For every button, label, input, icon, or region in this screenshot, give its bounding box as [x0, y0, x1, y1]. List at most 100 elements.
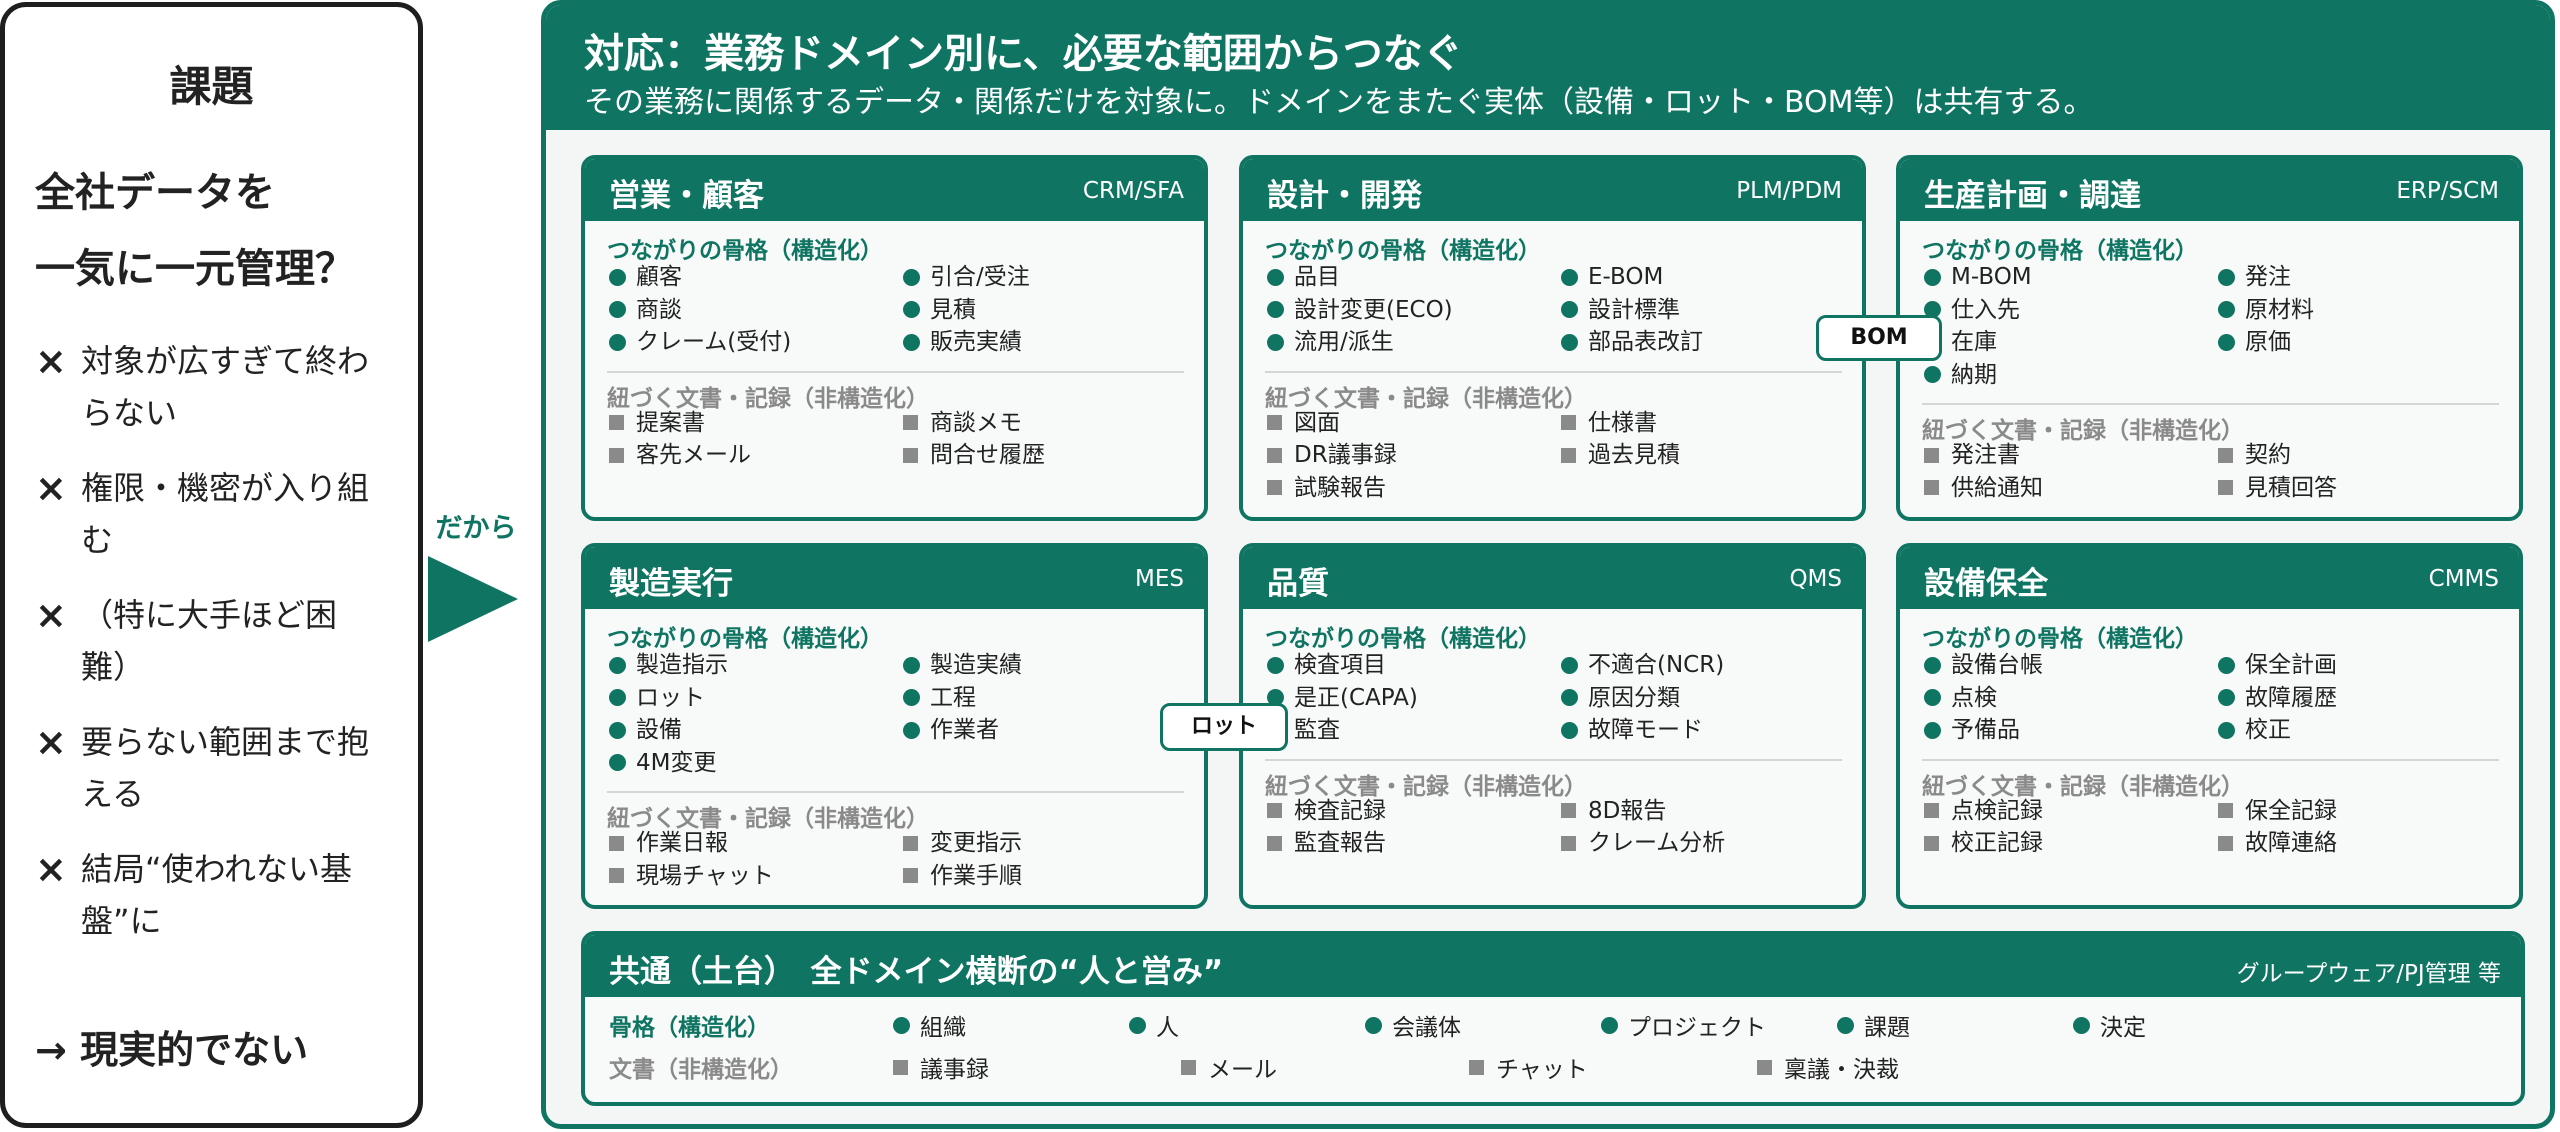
- circle-bullet-icon: [1365, 1016, 1382, 1034]
- domain-card: 設備保全 CMMS つながりの骨格（構造化） 設備台帳 保全計画 点検 故障履歴 予備品 校正紐…: [1896, 543, 2523, 909]
- document-items: 作業日報 変更指示 現場チャット 作業手順: [609, 827, 1184, 892]
- structured-item: 仕入先: [1924, 294, 2218, 327]
- structured-item-label: 製造指示: [636, 652, 728, 678]
- headline-line-2: 一気に一元管理？: [35, 246, 355, 292]
- structured-item-label: 保全計画: [2245, 652, 2337, 678]
- domain-system-tag: ERP/SCM: [2396, 178, 2499, 204]
- structured-item: 発注: [2218, 261, 2512, 294]
- circle-bullet-icon: [1267, 301, 1284, 319]
- document-item: 問合せ履歴: [903, 439, 1197, 472]
- common-documents-row: 文書（非構造化） 議事録 メール チャット 稟議・決裁: [609, 1049, 2045, 1085]
- document-item: 作業日報: [609, 827, 903, 860]
- circle-bullet-icon: [609, 754, 626, 772]
- document-item-label: 仕様書: [1588, 409, 1657, 436]
- square-bullet-icon: [1561, 447, 1576, 463]
- document-items: 検査記録 8D報告 監査報告 クレーム分析: [1267, 795, 1842, 860]
- structured-item: クレーム(受付): [609, 326, 903, 359]
- structured-item: 4M変更: [609, 747, 903, 780]
- structured-items: M-BOM 発注 仕入先 原材料 在庫 原価 納期: [1924, 261, 2499, 391]
- structured-heading: つながりの骨格（構造化）: [1265, 238, 1541, 264]
- structured-heading: つながりの骨格（構造化）: [1922, 626, 2198, 652]
- circle-bullet-icon: [609, 689, 626, 707]
- structured-item-label: クレーム(受付): [636, 329, 792, 355]
- structured-item-label: 品目: [1294, 264, 1340, 290]
- issue-text: 対象が広すぎて終わ: [81, 342, 370, 380]
- circle-bullet-icon: [1267, 333, 1284, 351]
- structured-item: 不適合(NCR): [1561, 649, 1855, 682]
- domain-system-tag: QMS: [1789, 566, 1842, 592]
- circle-bullet-icon: [893, 1016, 910, 1034]
- square-bullet-icon: [1561, 803, 1576, 819]
- structured-item: 原価: [2218, 326, 2512, 359]
- structured-item: 設計標準: [1561, 294, 1855, 327]
- circle-bullet-icon: [1924, 366, 1941, 384]
- domain-card-header: 営業・顧客 CRM/SFA: [585, 159, 1204, 221]
- structured-item-label: 原因分類: [1588, 684, 1680, 711]
- issue-text-cont: らない: [81, 394, 178, 432]
- cross-icon: ×: [35, 720, 67, 764]
- document-item: 契約: [2218, 439, 2512, 472]
- section-divider: [607, 370, 1184, 373]
- structured-item: 故障履歴: [2218, 682, 2512, 715]
- issues-panel: 課題 全社データを 一気に一元管理？ × 対象が広すぎて終わ らない × 権限・機…: [0, 2, 423, 1128]
- structured-item-label: 監査: [1294, 717, 1340, 743]
- structured-items: 製造指示 製造実績 ロット 工程 設備 作業者 4M変更: [609, 649, 1184, 779]
- circle-bullet-icon: [2218, 689, 2235, 707]
- square-bullet-icon: [609, 835, 624, 851]
- circle-bullet-icon: [1924, 656, 1941, 674]
- structured-item-label: 4M変更: [636, 749, 717, 776]
- document-item-label: 客先メール: [636, 442, 751, 468]
- document-item: 保全記録: [2218, 795, 2512, 828]
- circle-bullet-icon: [1561, 333, 1578, 351]
- document-item: クレーム分析: [1561, 827, 1855, 860]
- document-item-label: 問合せ履歴: [930, 442, 1045, 468]
- domain-system-tag: PLM/PDM: [1736, 178, 1842, 204]
- domain-card: 品質 QMS つながりの骨格（構造化） 検査項目 不適合(NCR) 是正(CAPA) 原因分…: [1239, 543, 1866, 909]
- document-item-label: 8D報告: [1588, 797, 1667, 824]
- square-bullet-icon: [903, 868, 918, 884]
- structured-item: 商談: [609, 294, 903, 327]
- structured-item: 作業者: [903, 714, 1197, 747]
- structured-item: 点検: [1924, 682, 2218, 715]
- common-document-label: 稟議・決裁: [1784, 1057, 1899, 1083]
- square-bullet-icon: [1924, 447, 1939, 463]
- square-bullet-icon: [1267, 415, 1282, 431]
- square-bullet-icon: [609, 415, 624, 431]
- structured-item-label: 校正: [2245, 717, 2291, 743]
- circle-bullet-icon: [609, 301, 626, 319]
- structured-item: 設備台帳: [1924, 649, 2218, 682]
- domain-system-tag: MES: [1135, 566, 1184, 592]
- document-item: 見積回答: [2218, 472, 2512, 505]
- common-document-label: メール: [1208, 1057, 1277, 1083]
- common-structured-item: 決定: [2073, 1008, 2309, 1042]
- document-item: 作業手順: [903, 860, 1197, 893]
- document-item-label: DR議事録: [1294, 442, 1397, 468]
- domain-card-header: 品質 QMS: [1243, 547, 1862, 609]
- document-item-label: 作業手順: [930, 862, 1022, 889]
- document-item: 監査報告: [1267, 827, 1561, 860]
- structured-item-label: ロット: [636, 684, 705, 711]
- common-document-label: 議事録: [920, 1057, 989, 1083]
- common-card-title: 共通（土台） 全ドメイン横断の“人と営み”: [609, 954, 1224, 990]
- square-bullet-icon: [1267, 480, 1282, 496]
- structured-item-label: 工程: [930, 684, 976, 711]
- document-item: 校正記録: [1924, 827, 2218, 860]
- square-bullet-icon: [893, 1059, 908, 1075]
- structured-item-label: 設備台帳: [1951, 652, 2043, 678]
- domain-card: 営業・顧客 CRM/SFA つながりの骨格（構造化） 顧客 引合/受注 商談 見積 クレーム(…: [581, 155, 1208, 521]
- document-items: 図面 仕様書 DR議事録 過去見積 試験報告: [1267, 407, 1842, 505]
- document-item-label: 故障連絡: [2245, 830, 2337, 856]
- structured-item: 流用/派生: [1267, 326, 1561, 359]
- document-item: 供給通知: [1924, 472, 2218, 505]
- structured-items: 設備台帳 保全計画 点検 故障履歴 予備品 校正: [1924, 649, 2499, 747]
- cross-icon: ×: [35, 466, 67, 510]
- structured-item: E-BOM: [1561, 261, 1855, 294]
- structured-item-label: 部品表改訂: [1588, 329, 1703, 355]
- common-structured-label: 組織: [920, 1015, 966, 1041]
- structured-heading: つながりの骨格（構造化）: [1922, 238, 2198, 264]
- document-item: 変更指示: [903, 827, 1197, 860]
- document-item-label: 検査記録: [1294, 797, 1386, 824]
- structured-item-label: 作業者: [930, 717, 999, 743]
- common-structured-item: プロジェクト: [1601, 1008, 1837, 1042]
- structured-item-label: 設計変更(ECO): [1294, 296, 1453, 323]
